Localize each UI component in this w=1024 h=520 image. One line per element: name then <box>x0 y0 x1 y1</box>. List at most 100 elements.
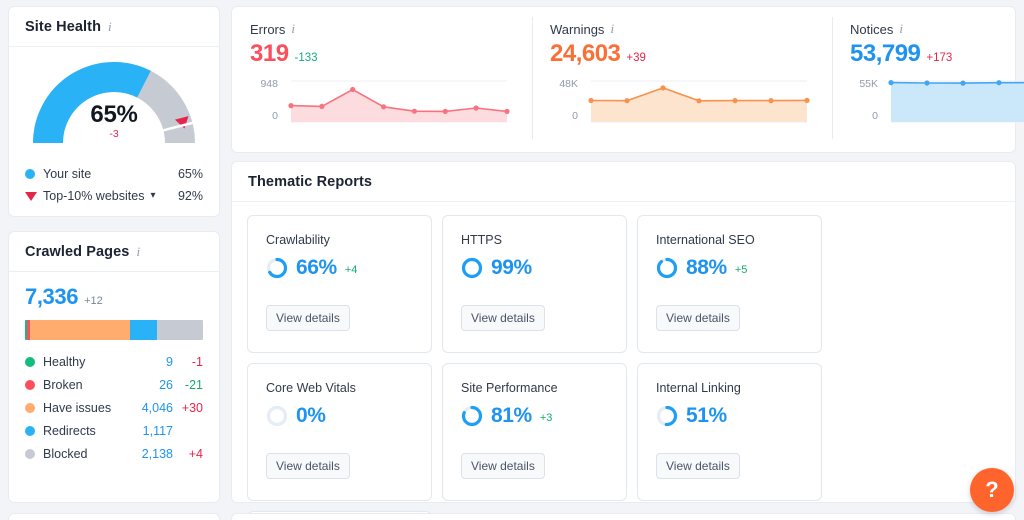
thematic-value-row: 66% +4 <box>266 256 413 280</box>
axis-bottom-label: 0 <box>572 110 578 122</box>
sparkline-axis: 48K 0 <box>550 78 584 122</box>
gauge-delta: -3 <box>109 128 119 140</box>
site-health-card: Site Health i 65% -3 Your site 65% Top-1… <box>8 6 220 217</box>
thematic-card-international-seo[interactable]: International SEO 88% +5 View details <box>637 215 822 353</box>
issue-value: 24,603 <box>550 40 621 67</box>
issue-value: 319 <box>250 40 289 67</box>
crawled-legend-label: Have issues <box>43 400 112 415</box>
site-health-header: Site Health i <box>9 7 219 47</box>
info-icon[interactable]: i <box>108 19 112 35</box>
crawled-legend-change: +30 <box>181 400 203 415</box>
crawled-legend-count: 1,117 <box>142 423 173 438</box>
crawled-total-value: 7,336 <box>25 284 79 309</box>
thematic-reports-card: Thematic Reports Crawlability 66% +4 Vie… <box>231 161 1016 520</box>
issue-sparkline[interactable]: 48K 0 <box>550 78 814 124</box>
crawled-total-delta: +12 <box>84 295 103 307</box>
sparkline-svg <box>588 80 810 123</box>
view-details-button[interactable]: View details <box>656 305 740 331</box>
thematic-card-name: HTTPS <box>461 233 502 247</box>
view-details-button[interactable]: View details <box>461 453 545 479</box>
issue-header: Notices i <box>850 21 1024 37</box>
thematic-reports-title: Thematic Reports <box>248 174 373 190</box>
crawled-legend-row[interactable]: Healthy 9 -1 <box>25 350 203 373</box>
dashboard-page: Site Health i 65% -3 Your site 65% Top-1… <box>0 0 1024 520</box>
axis-bottom-label: 0 <box>272 110 278 122</box>
thematic-card-name: Core Web Vitals <box>266 381 356 395</box>
thematic-change: +4 <box>344 264 358 276</box>
axis-top-label: 948 <box>260 78 278 90</box>
partial-card-right <box>231 513 1016 520</box>
thematic-reports-header: Thematic Reports <box>232 162 1015 202</box>
legend-label: Top-10% websites <box>43 189 145 203</box>
issues-summary-card: Errors i 319 -133 948 0 Warnings i 24,60… <box>231 6 1024 153</box>
info-icon[interactable]: i <box>899 21 903 37</box>
legend-value: 65% <box>177 167 203 181</box>
crawled-legend-row[interactable]: Blocked 2,138 +4 <box>25 442 203 465</box>
thematic-card-site-performance[interactable]: Site Performance 81% +3 View details <box>442 363 627 501</box>
crawled-pages-header: Crawled Pages i <box>9 232 219 272</box>
thematic-card-https[interactable]: HTTPS 99% View details <box>442 215 627 353</box>
crawled-legend-change: -1 <box>191 354 203 369</box>
site-health-legend: Your site 65% Top-10% websites ▾ 92% <box>9 153 219 207</box>
thematic-card-core-web-vitals[interactable]: Core Web Vitals 0% View details <box>247 363 432 501</box>
status-dot-icon <box>25 379 35 390</box>
thematic-percent: 88% <box>686 256 727 279</box>
status-dot-icon <box>25 356 35 367</box>
legend-row-top-websites[interactable]: Top-10% websites ▾ 92% <box>25 185 203 207</box>
issues-grid: Errors i 319 -133 948 0 Warnings i 24,60… <box>232 7 1024 152</box>
info-icon[interactable]: i <box>610 21 614 37</box>
legend-value: 92% <box>177 189 203 203</box>
gauge-center-label: 65% -3 <box>9 101 219 140</box>
thematic-value-row: 99% <box>461 256 608 280</box>
issue-column-warnings: Warnings i 24,603 +39 48K 0 <box>532 7 832 152</box>
chevron-down-icon[interactable]: ▾ <box>150 191 155 201</box>
crawled-legend-count: 2,138 <box>141 446 173 461</box>
crawled-legend-change: -21 <box>184 377 203 392</box>
thematic-reports-grid: Crawlability 66% +4 View details HTTPS 99… <box>232 202 1015 520</box>
crawled-legend-count: 26 <box>159 377 173 392</box>
sparkline-axis: 948 0 <box>250 78 284 122</box>
crawled-legend-row[interactable]: Broken 26 -21 <box>25 373 203 396</box>
thematic-card-internal-linking[interactable]: Internal Linking 51% View details <box>637 363 822 501</box>
crawled-pages-body: 7,336 +12 Healthy 9 -1 Broken 26 -21 Have issu… <box>9 272 219 465</box>
axis-bottom-label: 0 <box>872 110 878 122</box>
crawled-legend-label: Healthy <box>43 354 86 369</box>
thematic-change: +5 <box>734 264 748 276</box>
issue-sparkline[interactable]: 948 0 <box>250 78 514 124</box>
status-dot-icon <box>25 425 35 436</box>
sparkline-svg <box>888 80 1024 123</box>
issue-value-row: 319 -133 <box>250 40 514 68</box>
status-dot-icon <box>25 448 35 459</box>
issue-change: +39 <box>626 52 646 64</box>
gauge-value: 65% <box>90 101 138 128</box>
thematic-percent: 99% <box>491 256 532 279</box>
legend-row-your-site: Your site 65% <box>25 163 203 185</box>
partial-card-left <box>8 513 220 520</box>
thematic-percent: 66% <box>296 256 337 279</box>
thematic-percent: 81% <box>491 404 532 427</box>
crawled-legend-change: +4 <box>188 446 203 461</box>
help-button[interactable]: ? <box>970 468 1014 512</box>
view-details-button[interactable]: View details <box>266 453 350 479</box>
view-details-button[interactable]: View details <box>461 305 545 331</box>
crawled-legend-label: Blocked <box>43 446 88 461</box>
issue-sparkline[interactable]: 55K 0 <box>850 78 1024 124</box>
site-health-title: Site Health <box>25 19 102 35</box>
view-details-button[interactable]: View details <box>656 453 740 479</box>
stack-segment <box>130 320 158 340</box>
issue-value-row: 24,603 +39 <box>550 40 814 68</box>
thematic-card-name: Site Performance <box>461 381 558 395</box>
crawled-legend-row[interactable]: Have issues 4,046 +30 <box>25 396 203 419</box>
issue-name: Notices <box>850 21 894 37</box>
thematic-value-row: 88% +5 <box>656 256 803 280</box>
your-site-dot-icon <box>25 169 35 179</box>
info-icon[interactable]: i <box>291 21 295 37</box>
crawled-pages-card: Crawled Pages i 7,336 +12 Healthy 9 -1 Brok… <box>8 231 220 503</box>
crawled-legend-row[interactable]: Redirects 1,117 <box>25 419 203 442</box>
info-icon[interactable]: i <box>136 244 140 260</box>
sparkline-svg <box>288 80 510 123</box>
thematic-card-name: International SEO <box>656 233 755 247</box>
issue-name: Warnings <box>550 21 605 37</box>
view-details-button[interactable]: View details <box>266 305 350 331</box>
thematic-card-crawlability[interactable]: Crawlability 66% +4 View details <box>247 215 432 353</box>
